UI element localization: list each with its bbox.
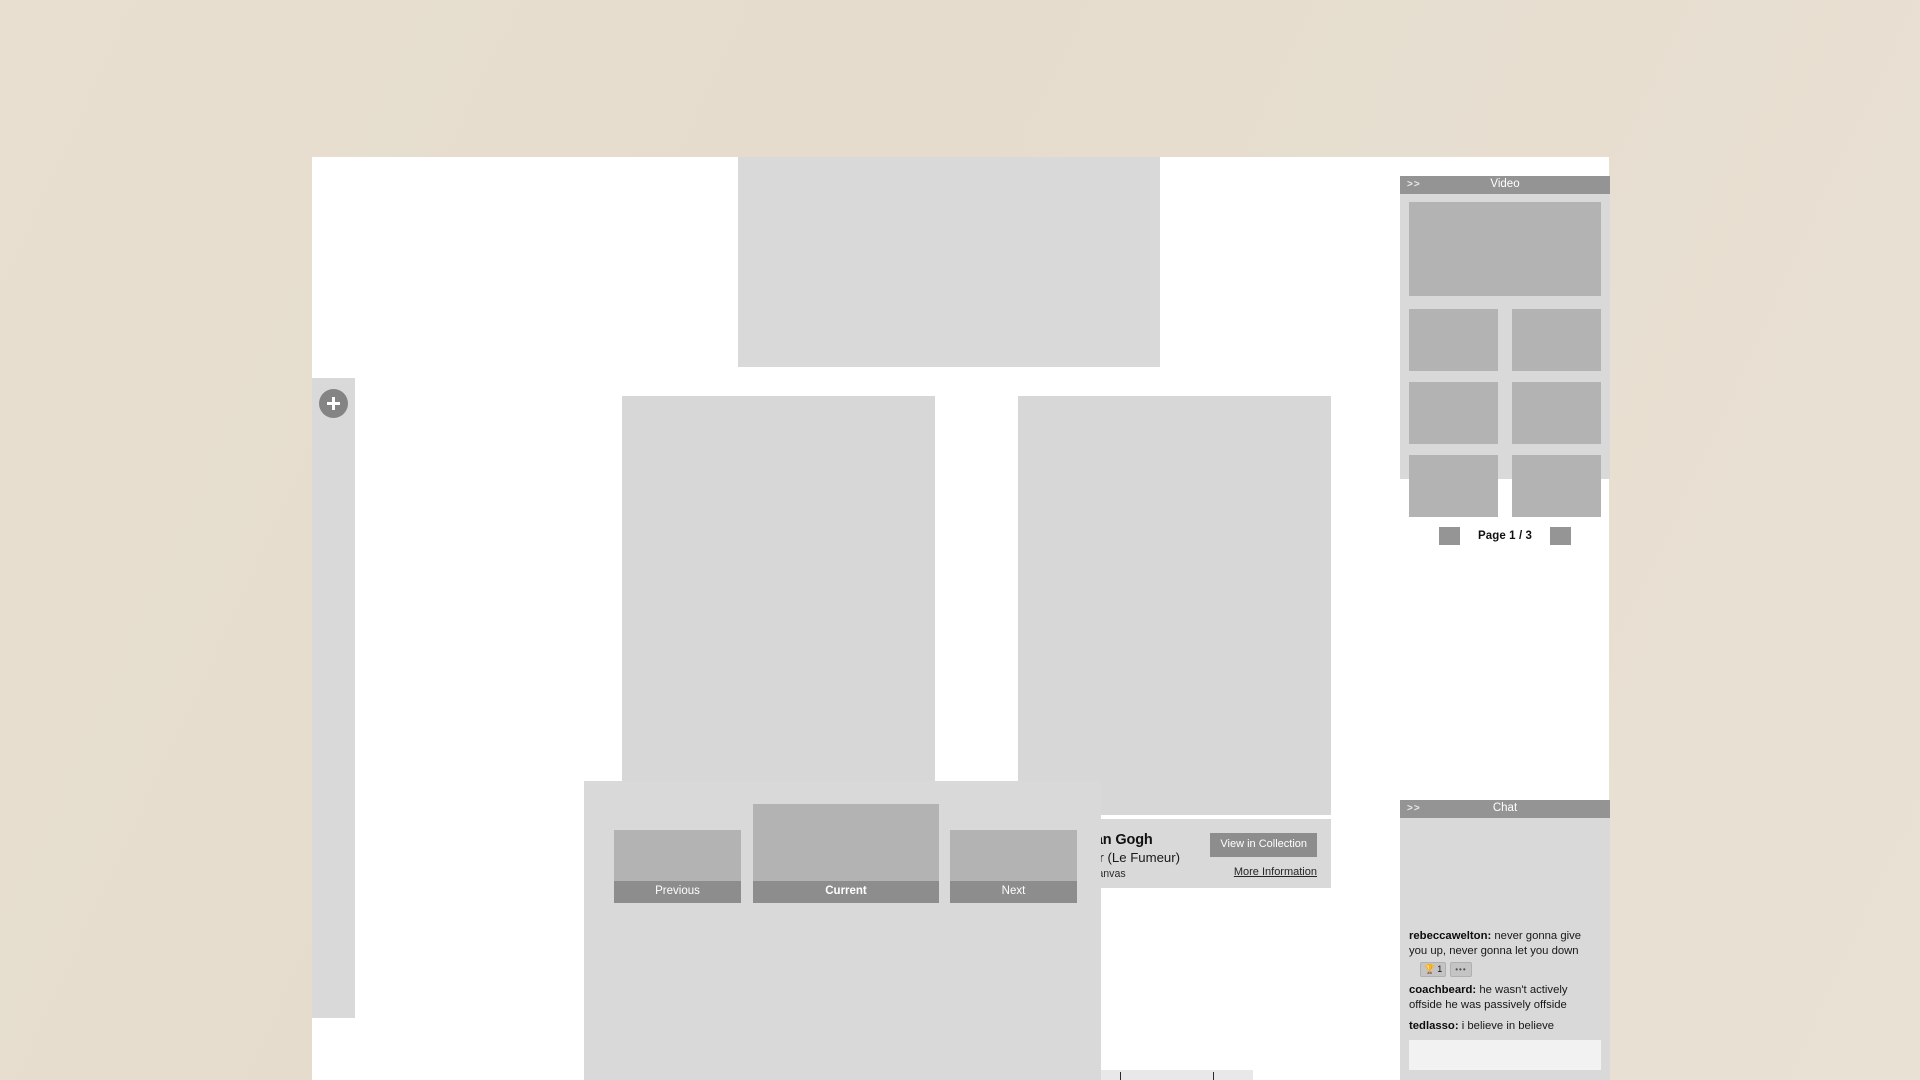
chevron-double-right-icon[interactable]: >> [1407,804,1421,814]
video-panel-title: Video [1490,178,1520,191]
reaction-pill[interactable]: 🏆 1 [1420,961,1447,977]
trophy-icon: 🏆 [1424,963,1436,974]
filmstrip-next-item[interactable]: Next [950,830,1077,903]
video-panel-header: >> Video [1400,176,1610,194]
video-panel: >> Video Page 1 / 3 [1400,176,1610,545]
chat-panel-header: >> Chat [1400,800,1610,818]
filmstrip-previous-label: Previous [614,881,741,903]
filmstrip-current-item[interactable]: Current [753,804,939,903]
chat-message: rebeccawelton: never gonna give you up, … [1409,929,1601,959]
add-reaction-button[interactable]: ••• [1450,961,1472,977]
zoom-control: - 100% + [1081,1070,1253,1080]
chat-input[interactable] [1409,1040,1601,1070]
plus-icon [332,397,335,410]
chat-message-list[interactable]: rebeccawelton: never gonna give you up, … [1400,818,1610,1040]
filmstrip-current-label: Current [753,881,939,903]
filmstrip: Previous Current Next [584,781,1101,1080]
video-tile[interactable] [1409,309,1498,371]
zoom-level-value: 100% [1121,1070,1213,1080]
chat-text: i believe in believe [1458,1019,1555,1032]
video-main-tile[interactable] [1409,202,1601,296]
artwork-actions: View in Collection More Information [1210,831,1317,878]
chat-panel-title: Chat [1492,802,1518,815]
video-tile[interactable] [1409,382,1498,444]
video-tile[interactable] [1512,309,1601,371]
placeholder-block [738,157,1160,367]
more-information-link[interactable]: More Information [1234,866,1317,878]
chat-author: tedlasso: [1409,1019,1459,1032]
page-indicator: Page 1 / 3 [1477,530,1533,542]
previous-page-button[interactable] [1438,527,1460,545]
chat-author: coachbeard: [1409,983,1477,996]
chevron-double-right-icon[interactable]: >> [1407,180,1421,190]
filmstrip-next-label: Next [950,881,1077,903]
video-tile-grid [1409,309,1601,517]
chat-author: rebeccawelton: [1409,929,1492,942]
artwork-image [1018,396,1331,815]
video-panel-body [1400,194,1610,517]
video-tile[interactable] [1512,455,1601,517]
artwork-image [622,396,935,815]
chat-panel: >> Chat rebeccawelton: never gonna give … [1400,800,1610,1080]
video-tile[interactable] [1512,382,1601,444]
add-item-button[interactable] [319,389,348,418]
video-pagination: Page 1 / 3 [1400,517,1610,555]
chat-reactions: 🏆 1 ••• [1420,961,1601,977]
chat-message: tedlasso: i believe in believe [1409,1019,1601,1034]
chat-message-item: rebeccawelton: never gonna give you up, … [1409,929,1601,977]
zoom-in-button[interactable]: + [1214,1070,1253,1080]
chat-message: coachbeard: he wasn't actively offside h… [1409,983,1601,1013]
reaction-count: 1 [1437,963,1443,974]
view-in-collection-button[interactable]: View in Collection [1210,833,1317,857]
next-page-button[interactable] [1550,527,1572,545]
filmstrip-previous-item[interactable]: Previous [614,830,741,903]
left-drawer-panel[interactable] [312,378,355,1018]
video-tile[interactable] [1409,455,1498,517]
